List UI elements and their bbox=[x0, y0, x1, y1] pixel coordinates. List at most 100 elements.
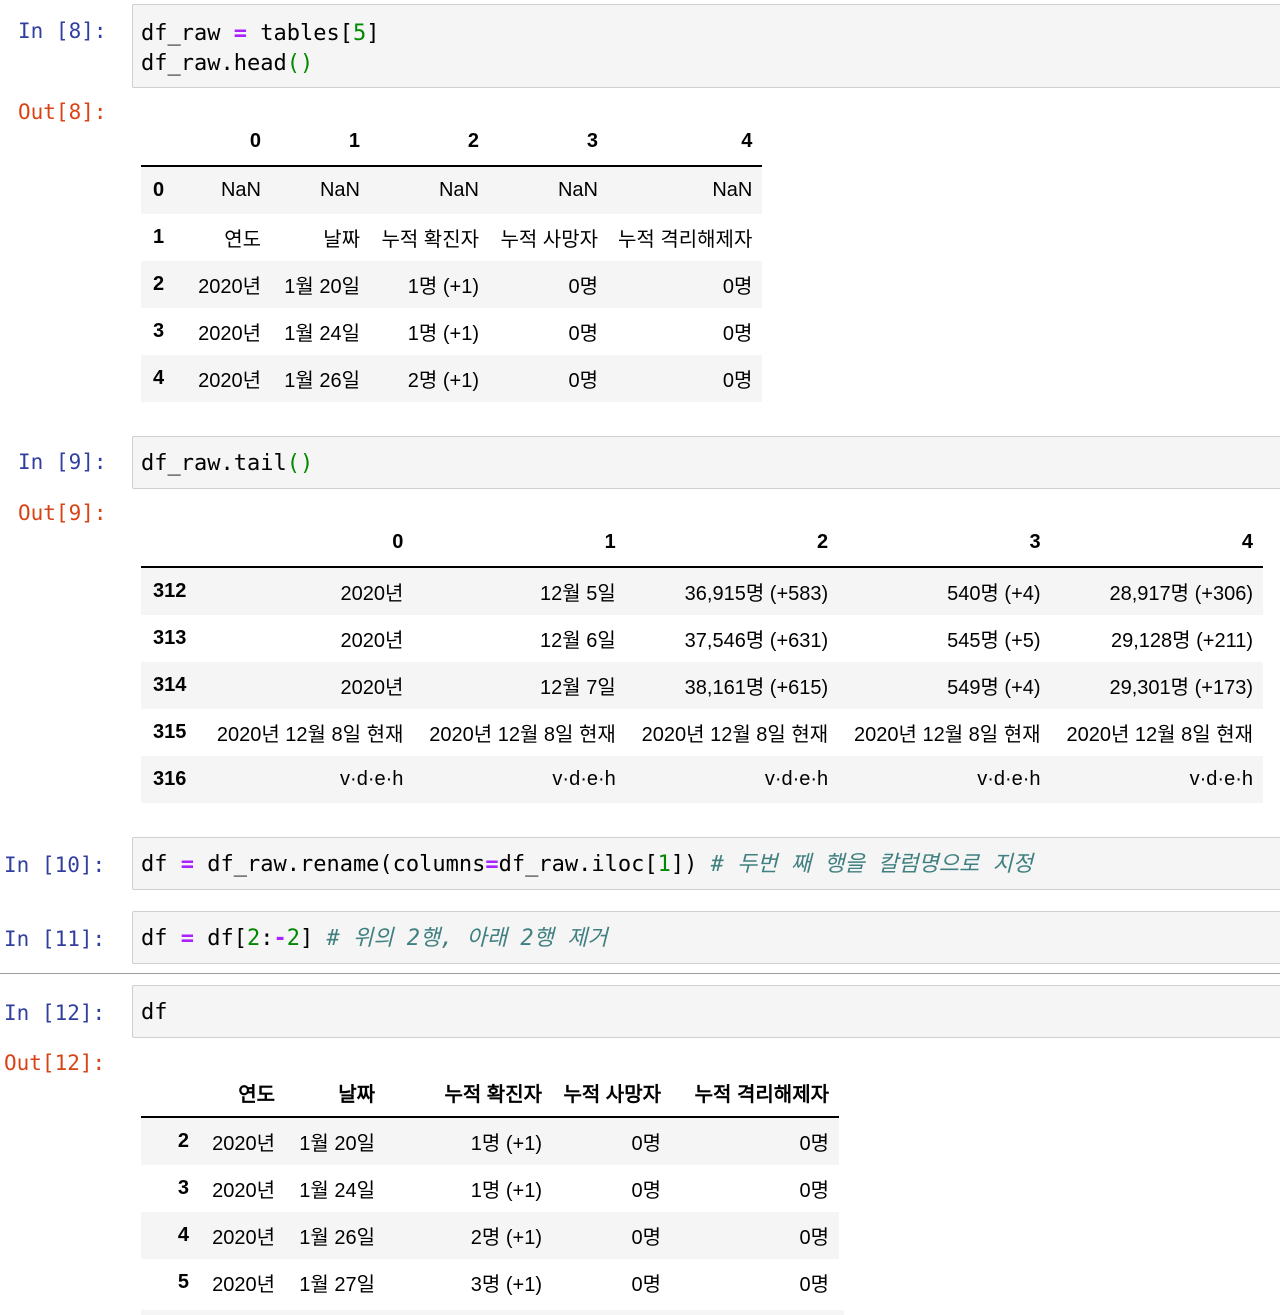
table-row: 4 2020년 1월 26일 2명 (+1) 0명 0명 bbox=[141, 1212, 839, 1259]
row-index: 3 bbox=[153, 320, 165, 342]
table-cell: 2020년 bbox=[340, 583, 404, 605]
code-token: df bbox=[141, 852, 181, 877]
table-cell: v·d·e·h bbox=[977, 768, 1041, 790]
table-cell: 1월 24일 bbox=[284, 323, 360, 345]
dataframe-table: 연도 날짜 누적 확진자 누적 사망자 누적 격리해제자 2 2020년 1월 20일 1명 … bbox=[141, 1069, 839, 1306]
table-row: 315 2020년 12월 8일 현재 2020년 12월 8일 현재 2020년 1… bbox=[141, 709, 1263, 756]
code-line: df_raw.tail() bbox=[141, 449, 1280, 479]
table-cell: v·d·e·h bbox=[1189, 768, 1253, 790]
table-cell: 545명 (+5) bbox=[947, 630, 1041, 652]
table-cell: NaN bbox=[319, 179, 360, 201]
code-token: df bbox=[141, 1000, 168, 1025]
table-cell: 2020년 bbox=[212, 1180, 275, 1202]
row-index: 2 bbox=[153, 273, 165, 295]
table-cell: 0명 bbox=[722, 370, 753, 392]
column-header: 3 bbox=[489, 118, 608, 167]
table-cell: 1월 27일 bbox=[299, 1274, 375, 1296]
code-cell-11[interactable]: df = df[2:-2] # 위의 2행, 아래 2행 제거 bbox=[132, 911, 1280, 964]
table-cell: 29,301명 (+173) bbox=[1109, 677, 1254, 699]
table-cell: 0명 bbox=[568, 370, 598, 392]
code-token: df[ bbox=[194, 926, 247, 951]
table-cell: 2020년 bbox=[212, 1133, 275, 1155]
input-prompt-12: In [12]: bbox=[4, 1001, 106, 1025]
dataframe-tail-table: 01234 312 2020년 12월 5일 36,915명 (+583) 540명 (… bbox=[141, 519, 1263, 803]
table-row: 2 2020년 1월 20일 1명 (+1) 0명 0명 bbox=[141, 1117, 839, 1165]
table-cell: 2020년 bbox=[212, 1274, 275, 1296]
table-cell: 2020년 bbox=[198, 370, 261, 392]
table-cell: 2020년 12월 8일 현재 bbox=[1066, 724, 1253, 746]
code-cell-8[interactable]: df_raw = tables[5] df_raw.head() bbox=[132, 4, 1280, 88]
table-cell: 37,546명 (+631) bbox=[684, 630, 829, 652]
code-line: df_raw = tables[5] bbox=[141, 19, 1280, 49]
code-token: df_raw.head bbox=[141, 51, 287, 76]
row-index: 315 bbox=[153, 721, 187, 743]
code-token: ] bbox=[299, 926, 327, 951]
table-cell: 1월 24일 bbox=[299, 1180, 375, 1202]
code-line: df bbox=[141, 998, 1280, 1028]
code-operator: = bbox=[233, 21, 247, 46]
column-header: 4 bbox=[1050, 519, 1263, 568]
row-index: 312 bbox=[153, 580, 187, 602]
table-row: 314 2020년 12월 7일 38,161명 (+615) 549명 (+4) 29,… bbox=[141, 662, 1263, 709]
column-header: 1 bbox=[271, 118, 370, 167]
table-cell: 1명 (+1) bbox=[470, 1133, 542, 1155]
code-comment: # 위의 2행, 아래 2행 제거 bbox=[326, 926, 608, 951]
column-header: 0 bbox=[201, 519, 414, 568]
index-header bbox=[141, 118, 183, 167]
table-cell: 28,917명 (+306) bbox=[1109, 583, 1254, 605]
table-cell: 549명 (+4) bbox=[947, 677, 1041, 699]
table-cell: v·d·e·h bbox=[764, 768, 829, 790]
input-prompt-8: In [8]: bbox=[18, 19, 107, 43]
code-number: 5 bbox=[352, 21, 367, 46]
table-cell: 누적 격리해제자 bbox=[618, 229, 753, 251]
table-cell: 0명 bbox=[631, 1274, 661, 1296]
column-header: 2 bbox=[625, 519, 839, 568]
table-cell: 2020년 12월 8일 현재 bbox=[429, 724, 616, 746]
input-prompt-9: In [9]: bbox=[18, 450, 107, 474]
input-prompt-11: In [11]: bbox=[4, 927, 106, 951]
code-paren: () bbox=[286, 451, 314, 476]
row-index: 316 bbox=[153, 768, 187, 790]
code-operator: = bbox=[180, 926, 194, 951]
table-cell: 0명 bbox=[631, 1133, 661, 1155]
code-number: 1 bbox=[657, 852, 671, 877]
table-row: 0 NaN NaN NaN NaN NaN bbox=[141, 166, 763, 214]
column-header: 누적 사망자 bbox=[552, 1069, 671, 1118]
code-token: df bbox=[141, 926, 181, 951]
table-cell: 0명 bbox=[722, 276, 753, 298]
code-line: df = df_raw.rename(columns=df_raw.iloc[1… bbox=[141, 850, 1280, 880]
table-cell: 1월 20일 bbox=[299, 1133, 375, 1155]
table-cell: 38,161명 (+615) bbox=[684, 677, 829, 699]
table-row: 2 2020년 1월 20일 1명 (+1) 0명 0명 bbox=[141, 261, 763, 308]
code-cell-9[interactable]: df_raw.tail() bbox=[132, 436, 1280, 489]
code-cell-10[interactable]: df = df_raw.rename(columns=df_raw.iloc[1… bbox=[132, 837, 1280, 890]
table-cell: 날짜 bbox=[323, 229, 360, 251]
table-row-partial bbox=[141, 1310, 844, 1315]
table-cell: NaN bbox=[220, 179, 261, 201]
table-cell: 2020년 bbox=[198, 276, 261, 298]
table-header-row: 01234 bbox=[141, 519, 1263, 568]
table-cell: 0명 bbox=[631, 1227, 661, 1249]
code-operator: = bbox=[485, 852, 499, 877]
table-cell: NaN bbox=[438, 179, 479, 201]
column-header: 1 bbox=[413, 519, 626, 568]
table-cell: 1월 20일 bbox=[284, 276, 360, 298]
table-row: 316 v·d·e·h v·d·e·h v·d·e·h v·d·e·h v·d·e·h bbox=[141, 756, 1263, 803]
index-header bbox=[141, 1069, 199, 1118]
row-index: 1 bbox=[153, 226, 165, 248]
table-row: 3 2020년 1월 24일 1명 (+1) 0명 0명 bbox=[141, 308, 762, 355]
table-cell: 0명 bbox=[799, 1227, 829, 1249]
output-prompt-12: Out[12]: bbox=[4, 1051, 106, 1075]
table-row: 312 2020년 12월 5일 36,915명 (+583) 540명 (+4) 28,… bbox=[141, 567, 1263, 615]
code-token: ] bbox=[366, 21, 380, 46]
index-header bbox=[141, 519, 201, 568]
row-index: 313 bbox=[153, 627, 187, 649]
row-index: 2 bbox=[177, 1130, 189, 1152]
code-cell-12[interactable]: df bbox=[132, 985, 1280, 1038]
column-header: 날짜 bbox=[285, 1069, 385, 1118]
table-cell: 0명 bbox=[799, 1133, 829, 1155]
code-paren: () bbox=[286, 51, 314, 76]
table-cell: 2020년 12월 8일 현재 bbox=[641, 724, 829, 746]
table-cell: 1명 (+1) bbox=[470, 1180, 542, 1202]
table-cell: 1월 26일 bbox=[299, 1227, 375, 1249]
